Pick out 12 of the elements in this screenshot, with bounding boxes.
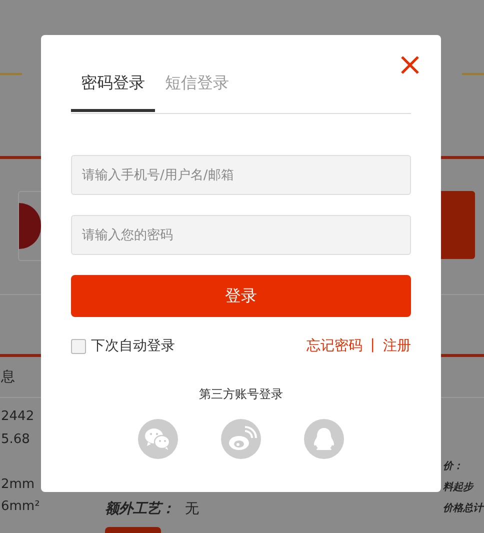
spec-text: 2442 <box>1 408 36 426</box>
remember-label: 下次自动登录 <box>91 337 175 355</box>
price-label: 价格总计 <box>443 502 484 516</box>
link-separator: | <box>370 337 375 355</box>
price-label: 料起步 <box>443 480 475 495</box>
field-value: 无 <box>185 500 199 518</box>
spec-text: 5.68 <box>1 430 31 448</box>
third-party-heading: 第三方账号登录 <box>198 386 284 403</box>
spec-text: 6mm² <box>1 498 41 516</box>
field-label: 额外工艺： <box>105 500 175 518</box>
price-label: 价： <box>443 460 464 474</box>
spec-text: 2mm <box>1 476 36 494</box>
